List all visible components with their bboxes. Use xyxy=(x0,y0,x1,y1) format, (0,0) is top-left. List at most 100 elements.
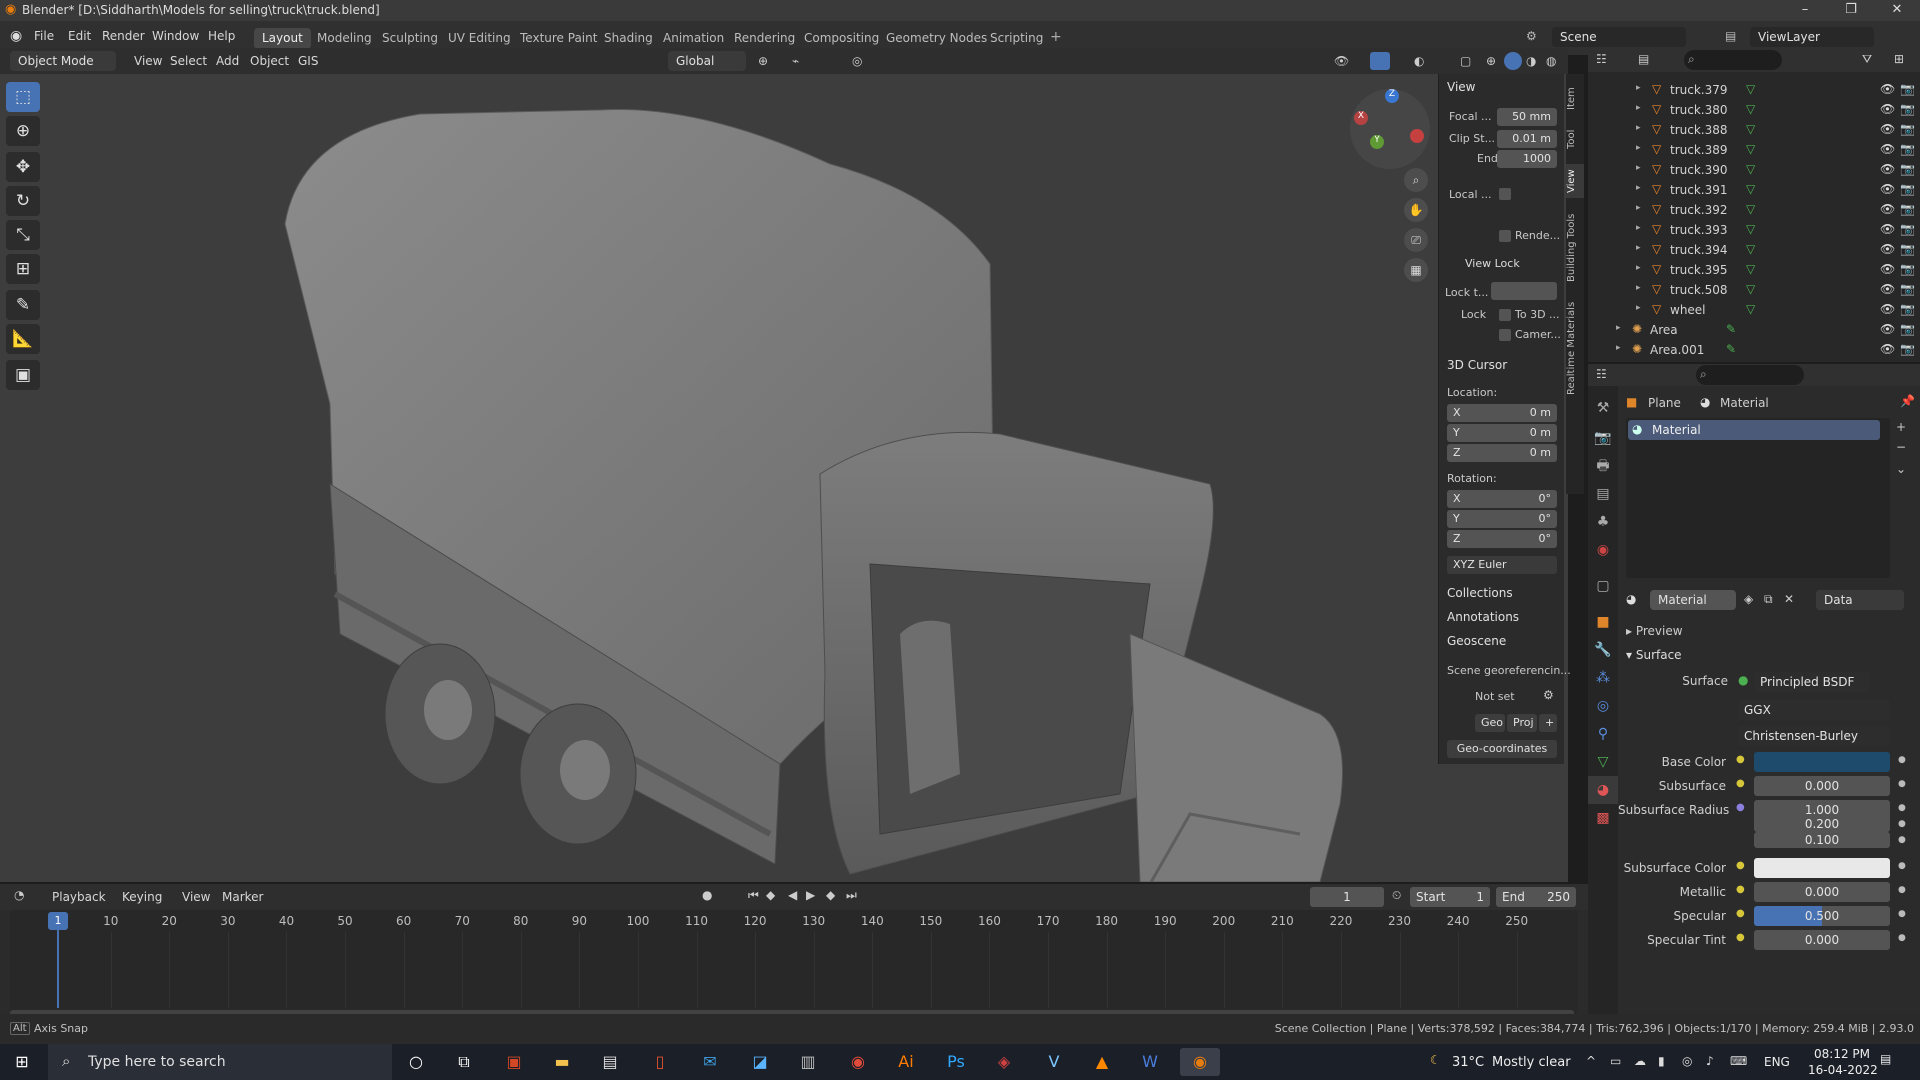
timeline-view-menu[interactable]: View xyxy=(176,887,216,907)
outliner-row[interactable]: ▸ ▽ truck.395 ▽ 👁 📷 xyxy=(1588,260,1920,280)
data-tab-icon[interactable]: ▽ xyxy=(1588,748,1618,776)
menu-object[interactable]: Object xyxy=(244,51,295,71)
properties-editor-icon[interactable]: ☷ xyxy=(1596,367,1607,381)
proj-button[interactable]: Proj xyxy=(1507,714,1537,732)
view-section-header[interactable]: View xyxy=(1447,80,1475,94)
transform-orientation-dropdown[interactable]: Global xyxy=(668,51,746,71)
link-dropdown[interactable]: Data xyxy=(1816,590,1904,610)
geoscene-section-header[interactable]: Geoscene xyxy=(1447,634,1506,648)
app-icon[interactable]: ◪ xyxy=(740,1048,780,1076)
minimize-button[interactable]: – xyxy=(1782,0,1828,21)
preview-panel-header[interactable]: ▸ Preview xyxy=(1626,624,1683,638)
new-collection-icon[interactable]: ⊞ xyxy=(1894,52,1904,66)
outliner-search-input[interactable] xyxy=(1684,50,1782,70)
keyframe-dot-icon[interactable]: ● xyxy=(1898,803,1906,813)
clock-date[interactable]: 16-04-2022 xyxy=(1808,1063,1878,1077)
viewlayer-icon[interactable]: ▤ xyxy=(1725,29,1736,43)
tab-building-tools[interactable]: Building Tools xyxy=(1566,206,1584,290)
volume-icon[interactable]: ♪ xyxy=(1706,1054,1714,1068)
cursor-rotation-y[interactable]: Y 0° xyxy=(1447,510,1557,528)
render-camera-icon[interactable]: 📷 xyxy=(1900,82,1915,96)
local-camera-checkbox[interactable] xyxy=(1499,188,1511,200)
proportional-edit-icon[interactable]: ◎ xyxy=(852,54,862,68)
tool-tab-icon[interactable]: ⚒ xyxy=(1588,394,1618,422)
render-camera-icon[interactable]: 📷 xyxy=(1900,262,1915,276)
xray-icon[interactable]: ▢ xyxy=(1460,54,1471,68)
view-layer-tab-icon[interactable]: ▤ xyxy=(1588,480,1618,508)
blender-taskbar-icon[interactable]: ◉ xyxy=(1180,1048,1220,1076)
keying-menu[interactable]: Keying xyxy=(116,887,168,907)
property-value-field[interactable]: 0.000 xyxy=(1754,930,1890,950)
particles-tab-icon[interactable]: ⁂ xyxy=(1588,664,1618,692)
tab-compositing[interactable]: Compositing xyxy=(796,28,887,49)
outliner-row[interactable]: ▸ ▽ wheel ▽ 👁 📷 xyxy=(1588,300,1920,320)
snap-icon[interactable]: ⌁ xyxy=(792,54,799,68)
file-explorer-icon[interactable]: ▬ xyxy=(542,1048,582,1076)
visibility-eye-icon[interactable]: 👁 xyxy=(1880,162,1895,176)
focal-length-field[interactable]: 50 mm xyxy=(1497,108,1557,126)
zoom-icon[interactable]: ⌕ xyxy=(1404,168,1428,192)
cursor-location-y[interactable]: Y0 m xyxy=(1447,424,1557,442)
visibility-eye-icon[interactable]: 👁 xyxy=(1880,142,1895,156)
menu-gis[interactable]: GIS xyxy=(292,51,324,71)
render-camera-icon[interactable]: 📷 xyxy=(1900,162,1915,176)
property-value-field[interactable]: 0.200 xyxy=(1754,816,1890,832)
play-icon[interactable]: ▶ xyxy=(806,888,815,902)
menu-file[interactable]: File xyxy=(34,29,54,43)
outliner-row[interactable]: ▸ ▽ truck.380 ▽ 👁 📷 xyxy=(1588,100,1920,120)
expand-arrow-icon[interactable]: ▸ xyxy=(1636,183,1641,193)
playback-menu[interactable]: Playback xyxy=(46,887,112,907)
vray-icon[interactable]: V xyxy=(1034,1048,1074,1076)
rendered-shading-icon[interactable]: ◍ xyxy=(1546,54,1556,68)
visibility-eye-icon[interactable]: 👁 xyxy=(1880,182,1895,196)
onedrive-icon[interactable]: ☁ xyxy=(1634,1054,1646,1068)
expand-arrow-icon[interactable]: ▸ xyxy=(1636,283,1641,293)
render-region-checkbox[interactable] xyxy=(1499,230,1511,242)
menu-help[interactable]: Help xyxy=(208,29,235,43)
jump-start-icon[interactable]: ⏮ xyxy=(748,888,759,903)
material-tab-icon[interactable]: ◕ xyxy=(1588,776,1618,804)
expand-arrow-icon[interactable]: ▸ xyxy=(1636,303,1641,313)
task-view-icon[interactable]: ⧉ xyxy=(444,1048,484,1076)
start-frame-field[interactable]: Start 1 xyxy=(1410,887,1490,907)
render-camera-icon[interactable]: 📷 xyxy=(1900,342,1915,356)
cursor-tool-icon[interactable]: ⊕ xyxy=(6,116,40,146)
tab-tool[interactable]: Tool xyxy=(1566,122,1584,156)
keyframe-dot-icon[interactable]: ● xyxy=(1898,835,1906,845)
tab-geometry-nodes[interactable]: Geometry Nodes xyxy=(878,28,995,49)
sketchup-icon[interactable]: ◈ xyxy=(984,1048,1024,1076)
visibility-eye-icon[interactable]: 👁 xyxy=(1880,262,1895,276)
gizmo-z-axis[interactable]: Z xyxy=(1385,89,1399,103)
viewport-3d[interactable]: Z X Y ⌕ ✋ ⎚ ▦ xyxy=(0,74,1568,882)
tab-shading[interactable]: Shading xyxy=(596,28,661,49)
tray-device-icon[interactable]: ▭ xyxy=(1610,1054,1621,1068)
timeline-editor-icon[interactable]: ◔ xyxy=(14,888,24,902)
annotations-section-header[interactable]: Annotations xyxy=(1447,610,1519,624)
viewlayer-field[interactable]: ViewLayer xyxy=(1750,27,1874,47)
solid-shading-icon[interactable] xyxy=(1504,52,1522,70)
keyframe-dot-icon[interactable]: ● xyxy=(1898,885,1906,895)
expand-arrow-icon[interactable]: ▸ xyxy=(1636,223,1641,233)
illustrator-icon[interactable]: Ai xyxy=(886,1048,926,1076)
collections-section-header[interactable]: Collections xyxy=(1447,586,1513,600)
material-slot-list[interactable]: ◕ Material xyxy=(1626,418,1890,578)
property-value-field[interactable]: 0.000 xyxy=(1754,776,1890,796)
app2-icon[interactable]: ▥ xyxy=(788,1048,828,1076)
next-keyframe-icon[interactable]: ◆ xyxy=(826,888,835,902)
tab-texture-paint[interactable]: Texture Paint xyxy=(512,28,605,49)
render-camera-icon[interactable]: 📷 xyxy=(1900,122,1915,136)
rotate-tool-icon[interactable]: ↻ xyxy=(6,186,40,216)
expand-arrow-icon[interactable]: ▸ xyxy=(1636,263,1641,273)
render-camera-icon[interactable]: 📷 xyxy=(1900,182,1915,196)
add-slot-button[interactable]: + xyxy=(1896,420,1906,434)
expand-arrow-icon[interactable]: ▸ xyxy=(1636,103,1641,113)
playhead-frame-label[interactable]: 1 xyxy=(48,912,68,930)
menu-edit[interactable]: Edit xyxy=(68,29,91,43)
keyframe-dot-icon[interactable]: ● xyxy=(1898,819,1906,829)
geo-add-button[interactable]: + xyxy=(1539,714,1557,732)
render-camera-icon[interactable]: 📷 xyxy=(1900,142,1915,156)
property-value-field[interactable] xyxy=(1754,752,1890,772)
keyboard-icon[interactable]: ⌨ xyxy=(1730,1054,1747,1068)
gizmo-toggle-icon[interactable] xyxy=(1370,52,1390,70)
store-icon[interactable]: ▤ xyxy=(590,1048,630,1076)
